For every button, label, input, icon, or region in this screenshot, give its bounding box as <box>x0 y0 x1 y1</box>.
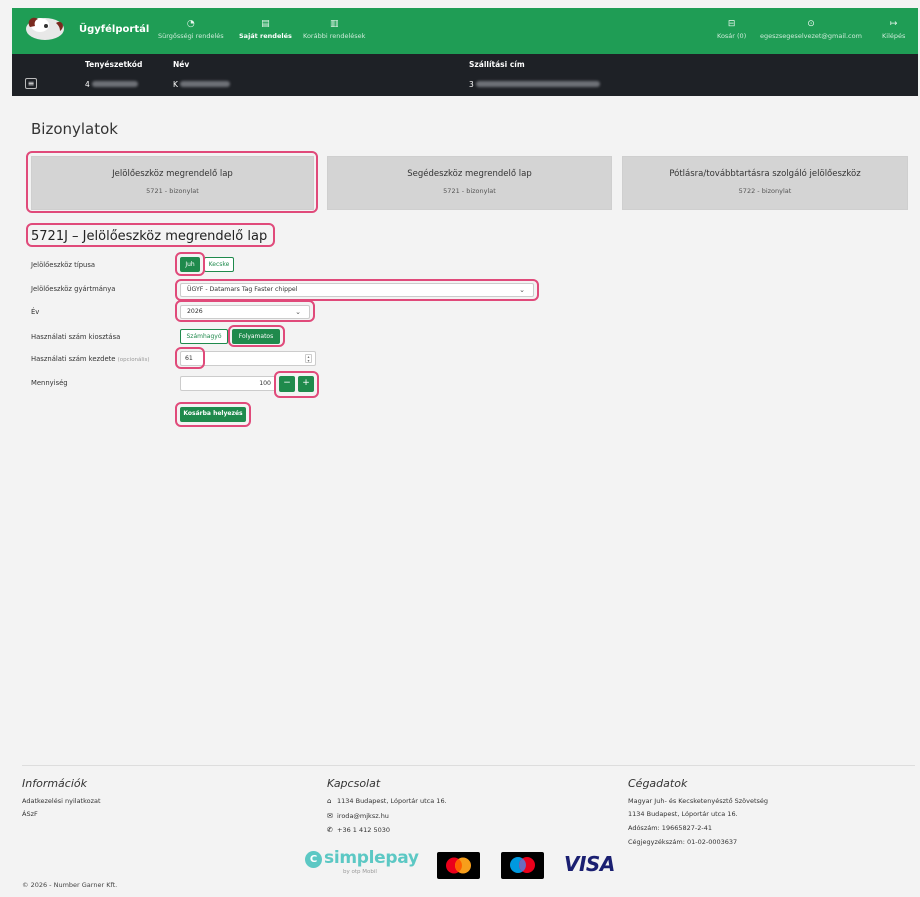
contact-address: ⌂ 1134 Budapest, Lóportár utca 16. <box>327 797 447 805</box>
page-title: Bizonylatok <box>31 120 118 138</box>
top-navbar: Ügyfélportál ◔ Sürgősségi rendelés ▤ Saj… <box>12 8 918 54</box>
spinner-arrows-icon[interactable]: ▴ ▾ <box>305 354 312 363</box>
brand-title[interactable]: Ügyfélportál <box>79 24 149 35</box>
nav-sajat[interactable]: ▤ Saját rendelés <box>239 19 292 40</box>
link-aszf[interactable]: ÁSzF <box>22 810 38 818</box>
cart-icon: ⊟ <box>727 19 736 29</box>
document-icon: ▤ <box>261 19 270 29</box>
label-kezdete: Használati szám kezdete (opcionális) <box>31 355 150 363</box>
label-kiosztas: Használati szám kiosztása <box>31 333 121 341</box>
chevron-down-icon: ⌄ <box>519 286 525 294</box>
label-ev: Év <box>31 308 40 316</box>
farm-info-bar: ≡ Tenyészetkód Név Szállítási cím 4 K 3 <box>12 54 918 96</box>
nav-user[interactable]: ⊙ egeszsegeselvezet@gmail.com <box>760 19 862 40</box>
contact-phone: ✆ +36 1 412 5030 <box>327 826 390 834</box>
nav-korabbi[interactable]: ▥ Korábbi rendelések <box>303 19 365 40</box>
link-adatkezelesi[interactable]: Adatkezelési nyilatkozat <box>22 797 101 805</box>
label-tipus: Jelölőeszköz típusa <box>31 261 96 269</box>
company-tax: Adószám: 19665827-2-41 <box>628 824 712 832</box>
quantity-plus-button[interactable]: + <box>298 376 314 392</box>
footer-divider <box>22 765 915 766</box>
year-select[interactable]: 2026 ⌄ <box>180 305 310 319</box>
chevron-down-icon: ⌄ <box>295 308 301 316</box>
visa-logo: VISA <box>564 852 615 876</box>
allocation-folyamatos-button[interactable]: Folyamatos <box>232 329 280 344</box>
form-title: 5721J – Jelölőeszköz megrendelő lap <box>31 229 268 244</box>
allocation-szamhagyo-button[interactable]: Számhagyó <box>180 329 228 344</box>
card-potlasra[interactable]: Pótlásra/továbbtartásra szolgáló jelölőe… <box>622 156 908 210</box>
add-to-cart-button[interactable]: Kosárba helyezés <box>180 407 246 422</box>
copyright: © 2026 - Number Garner Kft. <box>22 881 118 889</box>
phone-icon: ✆ <box>327 826 333 834</box>
redacted-szallitasi-cim <box>476 81 600 87</box>
envelope-icon: ✉ <box>327 812 333 820</box>
simplepay-circle-icon: C <box>305 851 322 868</box>
type-kecske-button[interactable]: Kecske <box>204 257 234 272</box>
redacted-tenyeszetkod <box>92 81 138 87</box>
value-tenyeszetkod: 4 <box>85 80 90 89</box>
manufacturer-select[interactable]: ÜGYF - Datamars Tag Faster chippel ⌄ <box>180 283 534 297</box>
label-mennyiseg: Mennyiség <box>31 379 68 387</box>
company-address: 1134 Budapest, Lóportár utca 16. <box>628 810 738 818</box>
home-icon: ⌂ <box>327 797 332 805</box>
ram-logo-icon[interactable] <box>22 11 68 43</box>
redacted-nev <box>180 81 230 87</box>
quantity-input[interactable]: 100 <box>180 376 276 391</box>
file-icon: ▥ <box>329 19 339 29</box>
mastercard-logo-icon <box>437 852 480 879</box>
nav-logout[interactable]: ↦ Kilépés <box>882 19 905 40</box>
logout-icon: ↦ <box>889 19 898 29</box>
header-tenyeszetkod: Tenyészetkód <box>85 60 143 69</box>
footer-info-title: Információk <box>22 777 88 790</box>
footer-contact-title: Kapcsolat <box>327 777 381 790</box>
maestro-logo-icon <box>501 852 544 879</box>
nav-surgossegi[interactable]: ◔ Sürgősségi rendelés <box>158 19 224 40</box>
type-juh-button[interactable]: Juh <box>180 257 200 272</box>
nav-cart[interactable]: ⊟ Kosár (0) <box>717 19 746 40</box>
start-number-input[interactable]: 61 ▴ ▾ <box>180 351 316 366</box>
company-registry: Cégjegyzékszám: 01-02-0003637 <box>628 838 738 846</box>
hamburger-icon: ≡ <box>27 79 35 88</box>
menu-toggle-button[interactable]: ≡ <box>25 78 37 89</box>
card-segedeszkoz[interactable]: Segédeszköz megrendelő lap 5721 - bizony… <box>327 156 612 210</box>
footer-company-title: Cégadatok <box>628 777 688 790</box>
clock-icon: ◔ <box>186 19 195 29</box>
label-gyartmany: Jelölőeszköz gyártmánya <box>31 285 116 293</box>
company-name: Magyar Juh- és Kecsketenyésztő Szövetség <box>628 797 769 805</box>
value-nev: K <box>173 80 178 89</box>
user-icon: ⊙ <box>807 19 815 29</box>
value-szallitasi-cim: 3 <box>469 80 474 89</box>
header-nev: Név <box>173 60 190 69</box>
contact-email[interactable]: ✉ iroda@mjksz.hu <box>327 812 389 820</box>
card-jelo-eszkoz[interactable]: Jelölőeszköz megrendelő lap 5721 - bizon… <box>31 156 314 210</box>
quantity-minus-button[interactable]: − <box>279 376 295 392</box>
header-szallitasi-cim: Szállítási cím <box>469 60 525 69</box>
